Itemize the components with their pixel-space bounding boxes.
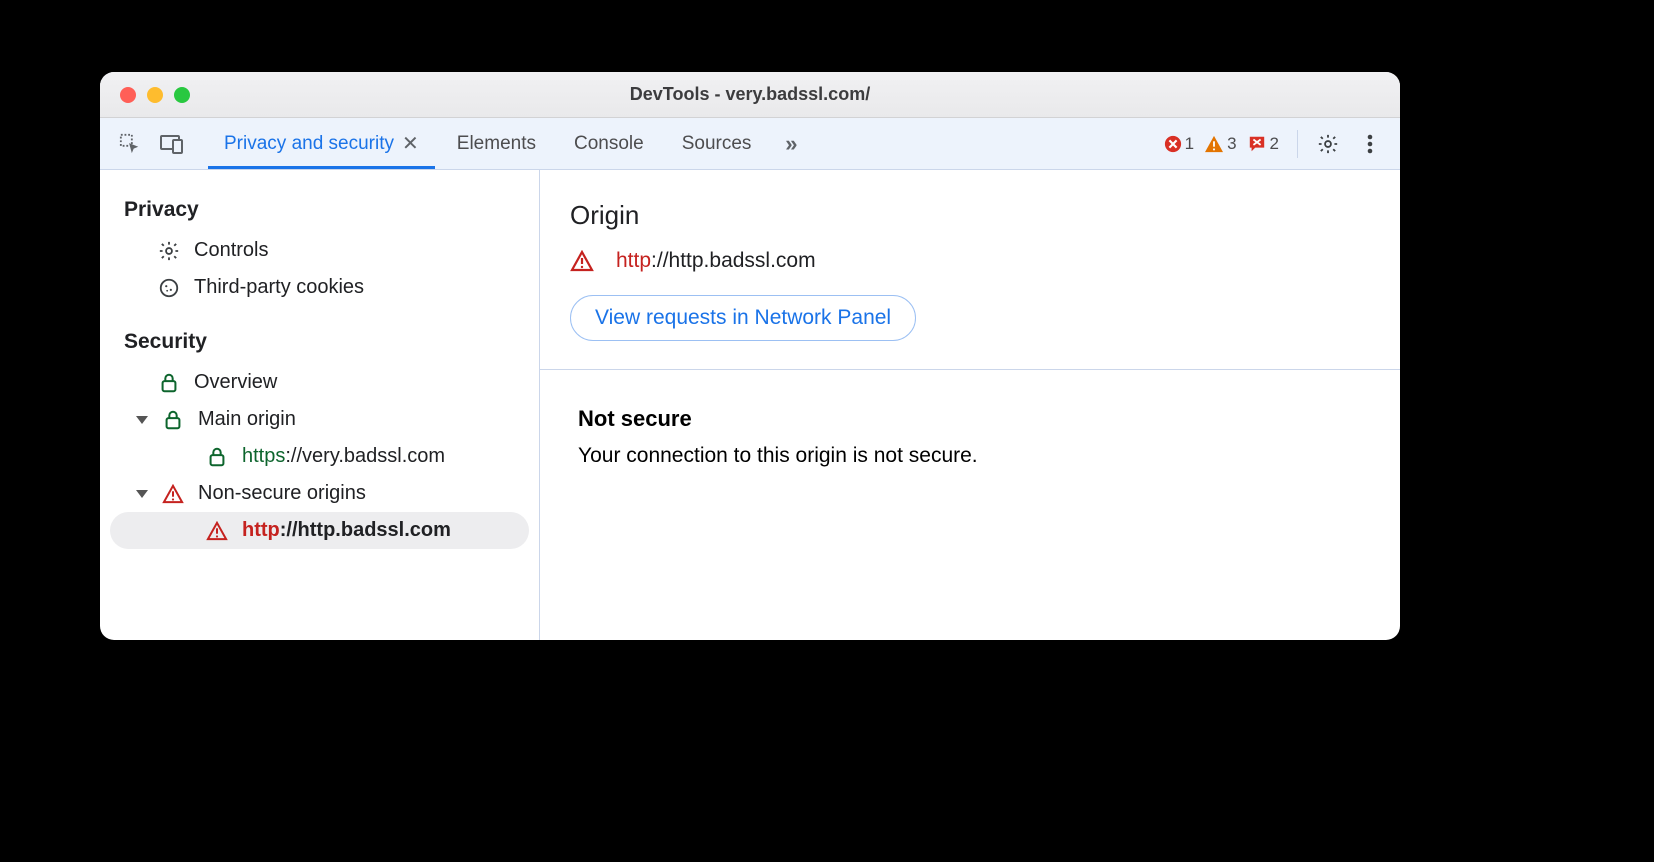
tab-label: Privacy and security: [224, 133, 394, 155]
settings-icon[interactable]: [1310, 126, 1346, 162]
chevron-down-icon: [136, 490, 148, 498]
url-rest: ://http.badssl.com: [651, 249, 816, 272]
privacy-section-header: Privacy: [100, 192, 539, 232]
sidebar-item-main-origin[interactable]: Main origin: [100, 401, 539, 438]
warnings-count: 3: [1227, 134, 1236, 154]
sidebar-item-overview[interactable]: Overview: [100, 364, 539, 401]
url-rest: ://very.badssl.com: [285, 445, 445, 467]
device-toolbar-icon[interactable]: [154, 126, 190, 162]
button-label: View requests in Network Panel: [595, 306, 891, 329]
devtools-window: DevTools - very.badssl.com/ Privacy and …: [100, 72, 1400, 640]
close-window-button[interactable]: [120, 87, 136, 103]
tab-sources[interactable]: Sources: [666, 118, 768, 169]
inspect-element-icon[interactable]: [112, 126, 148, 162]
warning-triangle-icon: [160, 484, 186, 504]
warning-triangle-icon: [570, 250, 594, 272]
security-section-header: Security: [100, 324, 539, 364]
sidebar-item-controls[interactable]: Controls: [100, 232, 539, 269]
origin-url: https://very.badssl.com: [242, 445, 445, 468]
sidebar-item-label: Main origin: [198, 408, 296, 431]
status-indicators: 1 3 2: [1164, 134, 1285, 154]
kebab-menu-icon[interactable]: [1352, 126, 1388, 162]
tab-label: Elements: [457, 133, 536, 155]
sidebar-item-label: Overview: [194, 371, 277, 394]
lock-icon: [204, 446, 230, 468]
more-tabs-icon[interactable]: »: [773, 126, 809, 162]
lock-icon: [156, 372, 182, 394]
messages-indicator[interactable]: 2: [1247, 134, 1279, 154]
sidebar-item-nonsecure-origins[interactable]: Non-secure origins: [100, 475, 539, 512]
sidebar-item-main-origin-url[interactable]: https://very.badssl.com: [100, 438, 539, 475]
not-secure-body: Your connection to this origin is not se…: [578, 444, 1362, 468]
panel-body: Privacy Controls Third-party cookies Sec…: [100, 170, 1400, 640]
titlebar: DevTools - very.badssl.com/: [100, 72, 1400, 118]
sidebar-item-cookies[interactable]: Third-party cookies: [100, 269, 539, 306]
sidebar-item-label: Third-party cookies: [194, 276, 364, 299]
origin-url: http://http.badssl.com: [616, 249, 816, 273]
security-sidebar: Privacy Controls Third-party cookies Sec…: [100, 170, 540, 640]
url-scheme: http: [616, 249, 651, 272]
sidebar-item-nonsecure-url[interactable]: http://http.badssl.com: [110, 512, 529, 549]
errors-count: 1: [1185, 134, 1194, 154]
warnings-indicator[interactable]: 3: [1204, 134, 1236, 154]
divider: [1297, 130, 1298, 158]
chevron-down-icon: [136, 416, 148, 424]
cookie-icon: [156, 277, 182, 299]
view-requests-button[interactable]: View requests in Network Panel: [570, 295, 916, 341]
url-scheme: http: [242, 519, 280, 541]
traffic-lights: [120, 87, 190, 103]
sidebar-item-label: Controls: [194, 239, 268, 262]
url-rest: ://http.badssl.com: [280, 519, 451, 541]
window-title: DevTools - very.badssl.com/: [100, 84, 1400, 105]
not-secure-block: Not secure Your connection to this origi…: [540, 370, 1400, 504]
errors-indicator[interactable]: 1: [1164, 134, 1194, 154]
tabstrip: Privacy and security ✕ Elements Console …: [100, 118, 1400, 170]
lock-icon: [160, 409, 186, 431]
url-scheme: https: [242, 445, 285, 467]
not-secure-heading: Not secure: [578, 406, 1362, 432]
origin-title: Origin: [570, 200, 1370, 231]
origin-block: Origin http://http.badssl.com View reque…: [540, 170, 1400, 370]
zoom-window-button[interactable]: [174, 87, 190, 103]
origin-line: http://http.badssl.com: [570, 249, 1370, 273]
main-content: Origin http://http.badssl.com View reque…: [540, 170, 1400, 640]
tab-privacy-security[interactable]: Privacy and security ✕: [208, 118, 435, 169]
origin-url: http://http.badssl.com: [242, 519, 451, 542]
gear-icon: [156, 240, 182, 262]
tab-label: Sources: [682, 133, 752, 155]
messages-count: 2: [1270, 134, 1279, 154]
warning-triangle-icon: [204, 521, 230, 541]
tab-label: Console: [574, 133, 644, 155]
tab-console[interactable]: Console: [558, 118, 660, 169]
sidebar-item-label: Non-secure origins: [198, 482, 366, 505]
tab-elements[interactable]: Elements: [441, 118, 552, 169]
close-tab-icon[interactable]: ✕: [402, 131, 419, 156]
minimize-window-button[interactable]: [147, 87, 163, 103]
